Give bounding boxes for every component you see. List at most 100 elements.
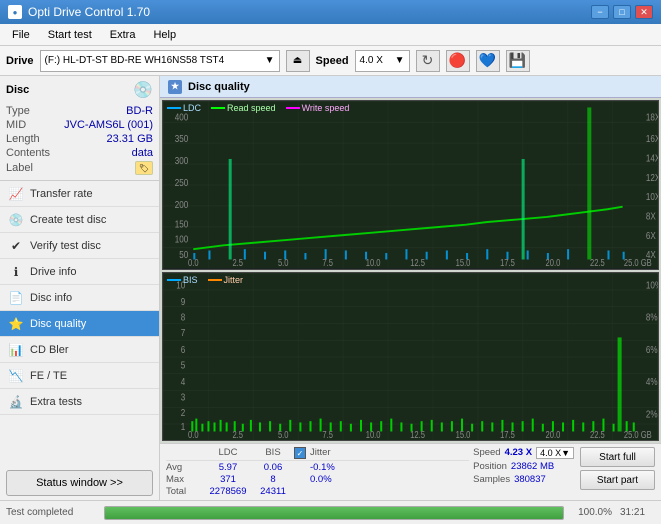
svg-text:3: 3 — [181, 391, 185, 402]
sidebar-item-label: Extra tests — [30, 396, 82, 408]
sidebar-item-disc-info[interactable]: 📄 Disc info — [0, 285, 159, 311]
progress-percent: 100.0% — [572, 507, 612, 518]
app-title: Opti Drive Control 1.70 — [28, 5, 150, 19]
speed-value: 4.23 X — [505, 447, 532, 459]
sidebar-nav: 📈 Transfer rate 💿 Create test disc ✔ Ver… — [0, 181, 159, 466]
main-area: Disc 💿 Type BD-R MID JVC-AMS6L (001) Len… — [0, 76, 661, 500]
menu-file[interactable]: File — [4, 27, 38, 43]
refresh-button[interactable]: ↻ — [416, 50, 440, 72]
position-value: 23862 MB — [511, 461, 554, 472]
menu-start-test[interactable]: Start test — [40, 27, 100, 43]
svg-text:8X: 8X — [646, 211, 656, 222]
svg-text:22.5: 22.5 — [590, 429, 605, 440]
disc-quality-icon: ⭐ — [8, 316, 24, 332]
close-button[interactable]: ✕ — [635, 5, 653, 19]
ldc-legend-label: LDC — [183, 103, 201, 113]
svg-text:25.0 GB: 25.0 GB — [624, 257, 652, 268]
svg-text:1: 1 — [181, 421, 185, 432]
svg-text:12.5: 12.5 — [410, 429, 425, 440]
chart2-svg: 10 9 8 7 6 5 4 3 2 1 10% 8% 6% 4% 2% — [163, 273, 658, 441]
sidebar-item-fe-te[interactable]: 📉 FE / TE — [0, 363, 159, 389]
disc-quality-header: ★ Disc quality — [160, 76, 661, 98]
disc-quality-header-icon: ★ — [168, 80, 182, 94]
sidebar-item-label: Disc quality — [30, 318, 86, 330]
total-ldc: 2278569 — [204, 486, 252, 497]
svg-text:7.5: 7.5 — [322, 257, 333, 268]
ldc-col-header: LDC — [204, 447, 252, 459]
jitter-checkbox[interactable]: ✓ — [294, 447, 306, 459]
app-icon: ● — [8, 5, 22, 19]
svg-text:4: 4 — [181, 376, 185, 387]
status-window-button[interactable]: Status window >> — [6, 470, 153, 496]
save-button[interactable]: 💾 — [506, 50, 530, 72]
disc-mid-row: MID JVC-AMS6L (001) — [6, 118, 153, 132]
progress-bar-fill — [105, 507, 563, 519]
svg-text:5.0: 5.0 — [278, 257, 289, 268]
svg-text:7.5: 7.5 — [322, 429, 333, 440]
sidebar-item-create-test-disc[interactable]: 💿 Create test disc — [0, 207, 159, 233]
svg-text:200: 200 — [175, 199, 188, 210]
svg-text:16X: 16X — [646, 133, 658, 144]
menu-bar: File Start test Extra Help — [0, 24, 661, 46]
svg-text:12X: 12X — [646, 172, 658, 183]
disc-section-title: Disc — [6, 84, 29, 96]
color-button1[interactable]: 🔴 — [446, 50, 470, 72]
svg-text:20.0: 20.0 — [546, 257, 561, 268]
toolbar: Drive (F:) HL-DT-ST BD-RE WH16NS58 TST4 … — [0, 46, 661, 76]
verify-test-disc-icon: ✔ — [8, 238, 24, 254]
sidebar-item-drive-info[interactable]: ℹ Drive info — [0, 259, 159, 285]
write-speed-legend-label: Write speed — [302, 103, 350, 113]
svg-text:6%: 6% — [646, 343, 658, 354]
chart1-svg: 400 350 300 250 200 150 100 50 18X 16X 1… — [163, 101, 658, 269]
start-part-button[interactable]: Start part — [580, 470, 655, 490]
color-button2[interactable]: 💙 — [476, 50, 500, 72]
svg-text:100: 100 — [175, 234, 188, 245]
menu-help[interactable]: Help — [145, 27, 184, 43]
extra-tests-icon: 🔬 — [8, 394, 24, 410]
disc-icon[interactable]: 💿 — [133, 80, 153, 100]
fe-te-icon: 📉 — [8, 368, 24, 384]
drive-select[interactable]: (F:) HL-DT-ST BD-RE WH16NS58 TST4 ▼ — [40, 50, 280, 72]
total-label: Total — [166, 486, 204, 497]
speed-select[interactable]: 4.0 X ▼ — [355, 50, 410, 72]
svg-text:6: 6 — [181, 343, 185, 354]
svg-text:17.5: 17.5 — [500, 257, 515, 268]
ldc-chart: LDC Read speed Write speed — [162, 100, 659, 270]
svg-text:10X: 10X — [646, 191, 658, 202]
menu-extra[interactable]: Extra — [102, 27, 144, 43]
status-bar: Test completed 100.0% 31:21 — [0, 500, 661, 524]
sidebar-item-label: Drive info — [30, 266, 76, 278]
svg-text:250: 250 — [175, 177, 188, 188]
minimize-button[interactable]: − — [591, 5, 609, 19]
length-val: 23.31 GB — [107, 133, 153, 145]
svg-text:6X: 6X — [646, 230, 656, 241]
sidebar-item-transfer-rate[interactable]: 📈 Transfer rate — [0, 181, 159, 207]
sidebar-item-extra-tests[interactable]: 🔬 Extra tests — [0, 389, 159, 415]
label-icon[interactable]: 🏷 — [135, 161, 153, 175]
sidebar: Disc 💿 Type BD-R MID JVC-AMS6L (001) Len… — [0, 76, 160, 500]
max-ldc: 371 — [204, 474, 252, 485]
svg-text:150: 150 — [175, 218, 188, 229]
sidebar-item-cd-bler[interactable]: 📊 CD Bler — [0, 337, 159, 363]
drive-info-icon: ℹ — [8, 264, 24, 280]
read-speed-legend-label: Read speed — [227, 103, 276, 113]
sidebar-item-disc-quality[interactable]: ⭐ Disc quality — [0, 311, 159, 337]
svg-text:15.0: 15.0 — [456, 429, 471, 440]
svg-text:5.0: 5.0 — [278, 429, 289, 440]
length-key: Length — [6, 133, 40, 145]
sidebar-item-label: Disc info — [30, 292, 72, 304]
start-full-button[interactable]: Start full — [580, 447, 655, 467]
disc-length-row: Length 23.31 GB — [6, 132, 153, 146]
eject-icon: ⏏ — [293, 55, 302, 66]
disc-info-panel: Disc 💿 Type BD-R MID JVC-AMS6L (001) Len… — [0, 76, 159, 181]
svg-text:0.0: 0.0 — [188, 257, 199, 268]
maximize-button[interactable]: □ — [613, 5, 631, 19]
sidebar-item-label: Create test disc — [30, 214, 106, 226]
eject-button[interactable]: ⏏ — [286, 50, 310, 72]
disc-label-row: Label 🏷 — [6, 160, 153, 176]
svg-text:12.5: 12.5 — [410, 257, 425, 268]
speed-target-select[interactable]: 4.0 X▼ — [536, 447, 574, 459]
sidebar-item-verify-test-disc[interactable]: ✔ Verify test disc — [0, 233, 159, 259]
avg-bis: 0.06 — [252, 462, 294, 473]
svg-text:10%: 10% — [646, 279, 658, 290]
